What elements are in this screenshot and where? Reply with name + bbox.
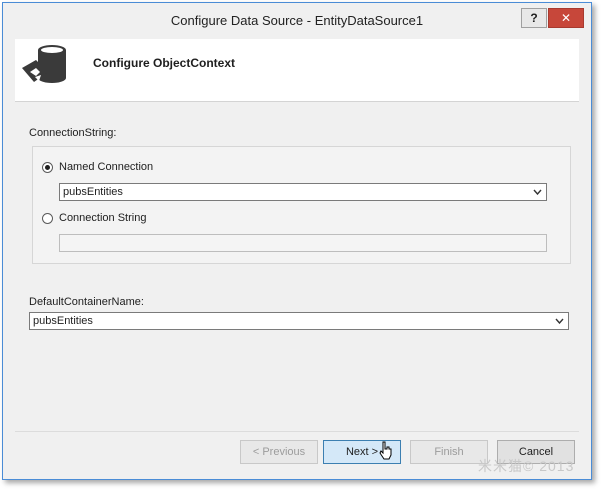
wizard-body: ConnectionString: Named Connection pubsE… [15, 103, 579, 430]
chevron-down-icon[interactable] [530, 185, 545, 199]
container-name-label: DefaultContainerName: [29, 296, 144, 308]
help-button[interactable]: ? [521, 8, 547, 28]
connection-group: Named Connection pubsEntities Connection… [32, 146, 571, 264]
container-name-value: pubsEntities [33, 315, 93, 327]
close-button[interactable]: ✕ [548, 8, 584, 28]
named-connection-radio[interactable] [42, 162, 53, 173]
chevron-down-icon[interactable] [552, 314, 567, 328]
container-name-combo[interactable]: pubsEntities [29, 312, 569, 330]
finish-button[interactable]: Finish [410, 440, 488, 464]
page-title: Configure ObjectContext [93, 56, 236, 70]
wizard-header: Configure ObjectContext [15, 39, 579, 102]
watermark: 米米猫© 2013 [478, 458, 575, 474]
connection-string-input [59, 234, 547, 252]
mouse-cursor-icon [379, 441, 392, 460]
connection-string-radio[interactable] [42, 213, 53, 224]
named-connection-value: pubsEntities [63, 186, 123, 198]
previous-button[interactable]: < Previous [240, 440, 318, 464]
dialog-window: Configure Data Source - EntityDataSource… [2, 2, 592, 480]
named-connection-label[interactable]: Named Connection [59, 161, 153, 173]
connection-string-label: ConnectionString: [29, 127, 117, 139]
database-config-icon [22, 45, 66, 83]
window-title: Configure Data Source - EntityDataSource… [170, 13, 424, 28]
connection-string-option-label[interactable]: Connection String [59, 212, 146, 224]
title-bar[interactable]: Configure Data Source - EntityDataSource… [3, 3, 591, 39]
named-connection-combo[interactable]: pubsEntities [59, 183, 547, 201]
